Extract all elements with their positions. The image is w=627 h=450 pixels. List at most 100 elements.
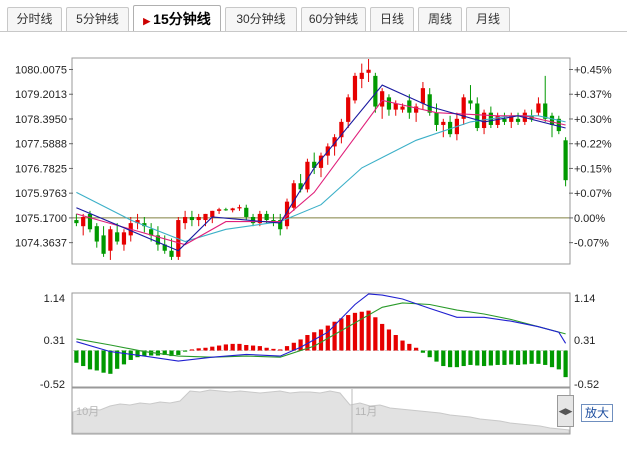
price-tick-label-left: 1075.9763 [15,188,67,200]
macd-bar-negative [441,350,446,367]
candle-up [441,121,446,125]
price-tick-label-right: +0.07% [574,188,612,200]
macd-bar-positive [250,345,256,351]
macd-bar-positive [257,346,262,351]
price-tick-label-left: 1078.3950 [15,114,67,126]
candle-down [101,235,106,254]
price-tick-label-right: -0.07% [574,238,609,250]
macd-bar-positive [298,339,303,351]
candle-up [210,210,215,217]
macd-bar-positive [312,332,317,351]
candle-up [359,72,364,79]
macd-bar-negative [427,350,432,358]
navigator-label-nov: 11月 [355,406,377,418]
macd-bar-negative [495,350,500,365]
macd-bar-negative [556,350,561,370]
macd-bar-negative [434,350,439,362]
candle-up [203,213,208,221]
macd-tick-label-right: 0.31 [574,335,595,347]
macd-bar-positive [318,329,324,351]
candle-up [216,209,222,211]
navigator-handle[interactable]: ◀▶ [557,395,574,427]
candle-up [196,216,201,221]
macd-bar-negative [529,350,534,364]
handle-grip-icon: ◀▶ [558,406,573,416]
macd-bar-negative [461,350,466,367]
price-tick-label-left: 1080.0075 [15,65,67,77]
price-tick-label-right: +0.22% [574,139,612,151]
candle-up [400,106,405,110]
candle-down [312,161,317,168]
price-axis-right: +0.45% +0.37% +0.30% +0.22% +0.15% +0.07% 0.00… [569,65,612,250]
macd-bar-positive [407,343,412,351]
macd-tick-label-left: -0.52 [40,379,65,391]
macd-bar-negative [128,350,133,360]
macd-bar-negative [420,350,426,353]
macd-bar-negative [522,350,527,365]
price-tick-label-right: +0.15% [574,163,612,175]
macd-bar-negative [563,350,568,378]
candle-up [81,216,86,227]
macd-bar-negative [94,350,99,371]
candle-up [536,103,541,113]
candle-down [74,220,79,224]
macd-bar-negative [481,350,487,367]
macd-tick-label-right: 1.14 [574,293,595,305]
macd-bar-negative [475,350,480,366]
macd-bar-positive [216,345,222,351]
macd-bar-negative [543,350,548,365]
candle-up [420,88,426,104]
macd-axis-left: 1.14 0.31 -0.52 [40,293,65,391]
price-tick-label-left: 1077.5888 [15,139,67,151]
macd-bar-positive [230,343,235,351]
macd-bar-positive [278,349,283,351]
candle-up [108,229,113,251]
candle-up [352,75,358,101]
navigator-label-oct: 10月 [76,406,99,418]
macd-bar-negative [515,350,521,365]
macd-bar-positive [400,340,405,351]
macd-bar-negative [135,350,140,358]
macd-bar-positive [203,347,208,351]
macd-bar-positive [346,315,351,351]
macd-bar-positive [244,344,249,351]
chart-canvas: 1080.0075 1079.2013 1078.3950 1077.5888 1076… [15,57,612,435]
candle-up [183,216,188,224]
price-tick-label-left: 1076.7825 [15,163,67,175]
candle-up [237,207,242,209]
macd-bar-positive [380,323,385,351]
macd-bar-positive [189,349,195,351]
candle-down [468,100,473,104]
macd-bar-negative [183,350,188,352]
macd-bar-positive [196,348,201,351]
macd-bar-positive [386,329,392,351]
price-tick-label-left: 1075.1700 [15,213,67,225]
macd-bar-negative [176,350,181,355]
candle-down [223,209,228,211]
candle-down [244,207,249,217]
macd-bar-negative [74,350,79,363]
macd-tick-label-left: 0.31 [44,335,65,347]
candle-down [264,213,269,221]
candle-up [121,232,127,245]
macd-bar-positive [264,347,269,351]
candle-up [380,91,385,107]
candle-down [94,226,99,242]
candle-down [563,140,568,181]
macd-bar-negative [121,350,127,365]
candle-down [434,112,439,125]
macd-tick-label-left: 1.14 [44,293,65,305]
candle-up [366,69,371,73]
zoom-button[interactable]: 放大 [581,404,613,422]
macd-bar-negative [488,350,493,366]
price-tick-label-right: +0.30% [574,114,612,126]
ma20-line [76,115,566,243]
candle-up [346,97,351,122]
macd-bar-positive [339,318,344,351]
candle-down [386,97,392,110]
macd-bar-positive [414,347,419,351]
macd-bar-negative [468,350,473,365]
macd-histogram [73,310,569,378]
price-tick-label-right: 0.00% [574,213,605,225]
macd-axis-right: 1.14 0.31 -0.52 [574,293,599,391]
